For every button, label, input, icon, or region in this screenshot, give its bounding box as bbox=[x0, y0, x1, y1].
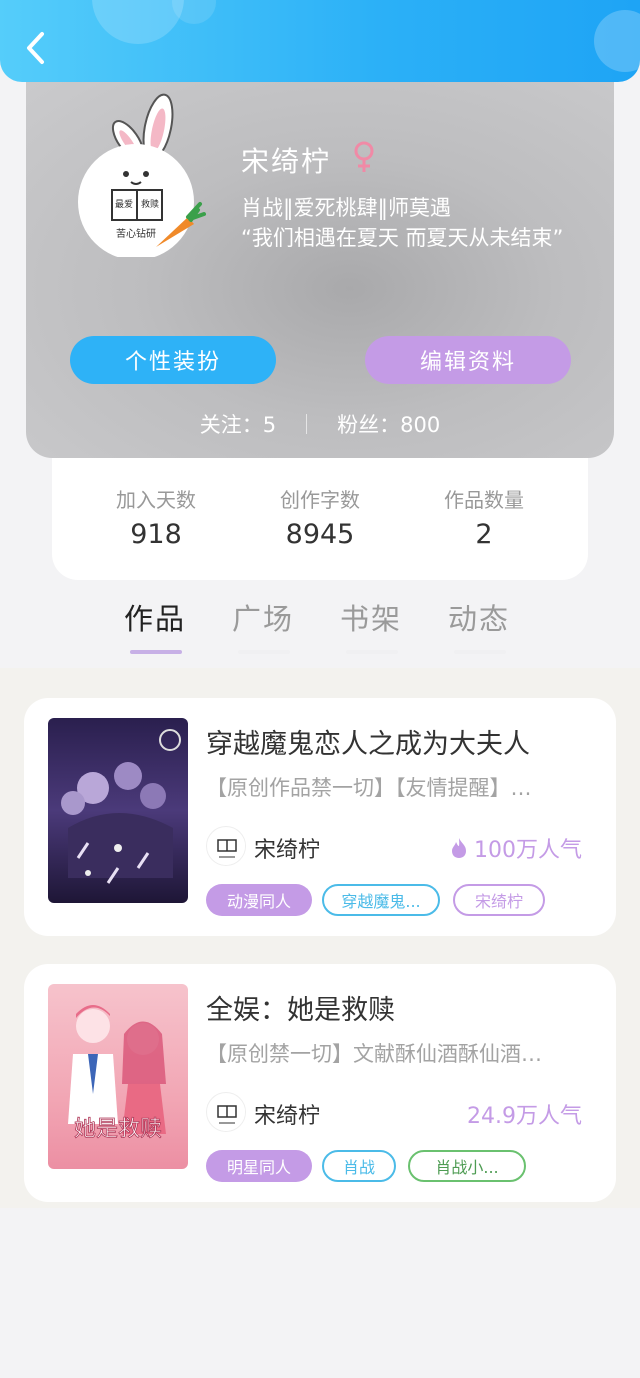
stat-value: 8945 bbox=[285, 519, 355, 550]
stat-label: 创作字数 bbox=[280, 488, 360, 512]
avatar-book-text-a: 最爱 bbox=[115, 199, 133, 210]
stats-card: 加入天数 918 创作字数 8945 作品数量 2 bbox=[52, 458, 588, 580]
author-name[interactable]: 宋绮柠 bbox=[254, 1098, 320, 1130]
avatar-caption: 苦心钻研 bbox=[116, 227, 156, 240]
tab-indicator bbox=[454, 650, 506, 654]
following-count[interactable]: 关注：5 bbox=[200, 409, 276, 439]
stat-word-count: 创作字数 8945 bbox=[260, 484, 380, 580]
popularity: 24.9万人气 bbox=[467, 1098, 582, 1130]
top-bar bbox=[0, 0, 640, 82]
work-description: 【原创作品禁一切】【友情提醒】… bbox=[206, 776, 532, 800]
stat-value: 2 bbox=[475, 519, 493, 550]
tab-bookshelf[interactable]: 书架 bbox=[334, 596, 442, 658]
back-button[interactable] bbox=[20, 28, 50, 68]
work-card[interactable]: 穿越魔鬼恋人之成为大夫人 【原创作品禁一切】【友情提醒】… 宋绮柠 100万人气… bbox=[24, 698, 616, 936]
author-name[interactable]: 宋绮柠 bbox=[254, 832, 320, 864]
tab-activity[interactable]: 动态 bbox=[442, 596, 550, 658]
author-avatar bbox=[206, 826, 246, 866]
work-title[interactable]: 全娱：她是救赎 bbox=[206, 988, 395, 1027]
avatar-book-text-b: 救赎 bbox=[141, 198, 159, 210]
tab-label: 广场 bbox=[232, 602, 295, 636]
tag-chip[interactable]: 穿越魔鬼... bbox=[322, 884, 440, 916]
work-card[interactable]: 她是救赎 全娱：她是救赎 【原创禁一切】文献酥仙酒酥仙酒… 宋绮柠 24.9万人… bbox=[24, 964, 616, 1202]
stat-join-days: 加入天数 918 bbox=[96, 484, 216, 580]
cover-title-art: 她是救赎 bbox=[74, 1117, 162, 1142]
tab-indicator bbox=[130, 650, 182, 654]
tag-chip[interactable]: 动漫同人 bbox=[206, 884, 312, 916]
tab-label: 动态 bbox=[448, 602, 511, 636]
tab-label: 作品 bbox=[124, 602, 187, 636]
flame-icon bbox=[452, 838, 466, 858]
tab-label: 书架 bbox=[340, 602, 403, 636]
tab-works[interactable]: 作品 bbox=[118, 596, 226, 658]
decor-bubble bbox=[92, 0, 184, 44]
profile-tags: 肖战‖爱死桃肆‖师莫遇 bbox=[241, 196, 451, 220]
popularity: 100万人气 bbox=[450, 832, 582, 864]
popularity-value: 24.9万人气 bbox=[467, 1104, 582, 1129]
tab-indicator bbox=[238, 650, 290, 654]
decor-bubble bbox=[172, 0, 216, 24]
stat-value: 918 bbox=[130, 519, 182, 550]
tab-square[interactable]: 广场 bbox=[226, 596, 334, 658]
work-cover-image[interactable] bbox=[48, 718, 188, 903]
work-description: 【原创禁一切】文献酥仙酒酥仙酒… bbox=[206, 1042, 542, 1066]
tab-indicator bbox=[346, 650, 398, 654]
popularity-value: 100万人气 bbox=[474, 838, 582, 863]
decor-bubble bbox=[594, 10, 640, 72]
divider bbox=[306, 414, 308, 434]
work-title[interactable]: 穿越魔鬼恋人之成为大夫人 bbox=[206, 722, 530, 761]
customize-appearance-button[interactable]: 个性装扮 bbox=[70, 336, 276, 384]
tag-chip[interactable]: 明星同人 bbox=[206, 1150, 312, 1182]
follow-stats: 关注：5 粉丝：800 bbox=[26, 404, 614, 444]
author-avatar bbox=[206, 1092, 246, 1132]
profile-card: 最爱 救赎 苦心钻研 宋绮柠 肖战‖爱死桃肆‖师莫遇 “我们相遇在夏天 而夏天从… bbox=[26, 82, 614, 458]
female-icon bbox=[354, 141, 374, 172]
profile-motto: “我们相遇在夏天 而夏天从未结束” bbox=[241, 226, 564, 250]
stat-label: 作品数量 bbox=[444, 488, 524, 512]
stat-label: 加入天数 bbox=[116, 488, 196, 512]
nickname: 宋绮柠 bbox=[241, 145, 332, 178]
avatar[interactable]: 最爱 救赎 苦心钻研 bbox=[78, 92, 208, 260]
work-cover-image[interactable]: 她是救赎 bbox=[48, 984, 188, 1169]
stat-works-count: 作品数量 2 bbox=[424, 484, 544, 580]
tag-chip[interactable]: 宋绮柠 bbox=[453, 884, 545, 916]
profile-tabs: 作品 广场 书架 动态 bbox=[118, 596, 550, 658]
edit-profile-button[interactable]: 编辑资料 bbox=[365, 336, 571, 384]
tag-chip[interactable]: 肖战 bbox=[322, 1150, 396, 1182]
tag-chip[interactable]: 肖战小... bbox=[408, 1150, 526, 1182]
chevron-left-icon bbox=[27, 32, 44, 64]
fans-count[interactable]: 粉丝：800 bbox=[337, 409, 440, 439]
